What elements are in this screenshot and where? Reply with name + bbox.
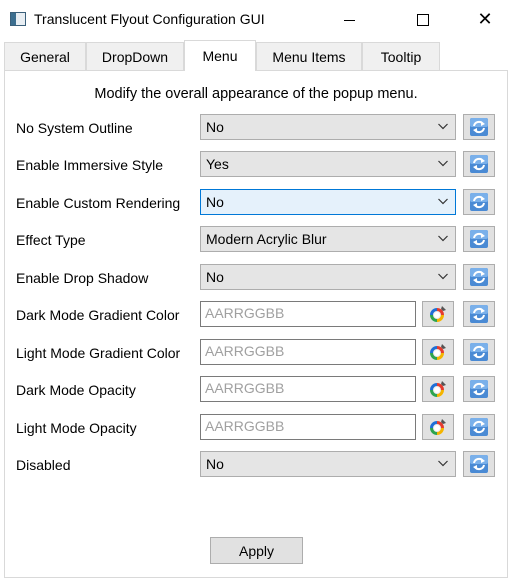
- refresh-icon: [469, 229, 489, 249]
- light-mode-opacity-field[interactable]: [200, 414, 416, 440]
- light-mode-opacity-label: Light Mode Opacity: [16, 420, 137, 436]
- chevron-down-icon: [437, 157, 449, 169]
- enable-immersive-style-label: Enable Immersive Style: [16, 157, 164, 173]
- enable-drop-shadow-dropdown[interactable]: No: [200, 264, 456, 290]
- tab-menu[interactable]: Menu: [184, 40, 256, 71]
- dark-mode-opacity-input[interactable]: [201, 377, 415, 399]
- chevron-down-icon: [437, 120, 449, 132]
- enable-custom-rendering-reset-button[interactable]: [463, 189, 495, 215]
- enable-custom-rendering-label: Enable Custom Rendering: [16, 195, 181, 211]
- light-mode-gradient-color-input[interactable]: [201, 340, 415, 362]
- app-icon: [10, 12, 26, 26]
- dropdown-value: Yes: [206, 156, 229, 172]
- light-mode-opacity-picker-button[interactable]: [422, 414, 454, 440]
- dark-mode-opacity-picker-button[interactable]: [422, 376, 454, 402]
- dark-mode-opacity-label: Dark Mode Opacity: [16, 382, 136, 398]
- tab-strip: General DropDown Menu Menu Items Tooltip: [4, 40, 508, 71]
- enable-custom-rendering-dropdown[interactable]: No: [200, 189, 456, 215]
- no-system-outline-label: No System Outline: [16, 120, 133, 136]
- effect-type-dropdown[interactable]: Modern Acrylic Blur: [200, 226, 456, 252]
- dark-mode-gradient-color-field[interactable]: [200, 301, 416, 327]
- effect-type-label: Effect Type: [16, 232, 86, 248]
- refresh-icon: [469, 342, 489, 362]
- enable-drop-shadow-reset-button[interactable]: [463, 264, 495, 290]
- dropdown-value: No: [206, 269, 224, 285]
- minimize-icon: [343, 19, 355, 21]
- light-mode-gradient-color-field[interactable]: [200, 339, 416, 365]
- tab-tooltip[interactable]: Tooltip: [362, 42, 440, 70]
- disabled-dropdown[interactable]: No: [200, 451, 456, 477]
- chevron-down-icon: [437, 232, 449, 244]
- refresh-icon: [469, 454, 489, 474]
- dropdown-value: Modern Acrylic Blur: [206, 231, 327, 247]
- chevron-down-icon: [437, 457, 449, 469]
- tab-dropdown[interactable]: DropDown: [86, 42, 184, 70]
- enable-immersive-style-dropdown[interactable]: Yes: [200, 151, 456, 177]
- apply-button[interactable]: Apply: [210, 537, 303, 564]
- disabled-reset-button[interactable]: [463, 451, 495, 477]
- refresh-icon: [469, 117, 489, 137]
- refresh-icon: [469, 379, 489, 399]
- title-bar: Translucent Flyout Configuration GUI ✕: [0, 0, 512, 40]
- dark-mode-opacity-field[interactable]: [200, 376, 416, 402]
- color-wheel-icon: [428, 379, 448, 399]
- dark-mode-opacity-reset-button[interactable]: [463, 376, 495, 402]
- color-wheel-icon: [428, 417, 448, 437]
- close-button[interactable]: ✕: [462, 0, 508, 40]
- dark-mode-gradient-color-input[interactable]: [201, 302, 415, 324]
- disabled-label: Disabled: [16, 457, 71, 473]
- no-system-outline-dropdown[interactable]: No: [200, 114, 456, 140]
- dark-mode-gradient-color-label: Dark Mode Gradient Color: [16, 307, 180, 323]
- light-mode-opacity-input[interactable]: [201, 415, 415, 437]
- effect-type-reset-button[interactable]: [463, 226, 495, 252]
- window-title: Translucent Flyout Configuration GUI: [34, 11, 265, 27]
- tab-general[interactable]: General: [4, 42, 86, 70]
- maximize-icon: [417, 14, 429, 26]
- tab-menu-items[interactable]: Menu Items: [256, 42, 362, 70]
- no-system-outline-reset-button[interactable]: [463, 114, 495, 140]
- close-icon: ✕: [477, 9, 493, 30]
- dark-mode-gradient-color-picker-button[interactable]: [422, 301, 454, 327]
- refresh-icon: [469, 417, 489, 437]
- dropdown-value: No: [206, 456, 224, 472]
- light-mode-gradient-color-label: Light Mode Gradient Color: [16, 345, 181, 361]
- color-wheel-icon: [428, 304, 448, 324]
- refresh-icon: [469, 192, 489, 212]
- refresh-icon: [469, 304, 489, 324]
- maximize-button[interactable]: [400, 0, 446, 40]
- enable-drop-shadow-label: Enable Drop Shadow: [16, 270, 149, 286]
- dropdown-value: No: [206, 119, 224, 135]
- panel-description: Modify the overall appearance of the pop…: [94, 86, 418, 102]
- dark-mode-gradient-color-reset-button[interactable]: [463, 301, 495, 327]
- chevron-down-icon: [437, 195, 449, 207]
- refresh-icon: [469, 154, 489, 174]
- enable-immersive-style-reset-button[interactable]: [463, 151, 495, 177]
- light-mode-gradient-color-reset-button[interactable]: [463, 339, 495, 365]
- light-mode-gradient-color-picker-button[interactable]: [422, 339, 454, 365]
- color-wheel-icon: [428, 342, 448, 362]
- dropdown-value: No: [206, 194, 224, 210]
- chevron-down-icon: [437, 270, 449, 282]
- refresh-icon: [469, 267, 489, 287]
- minimize-button[interactable]: [326, 0, 372, 40]
- light-mode-opacity-reset-button[interactable]: [463, 414, 495, 440]
